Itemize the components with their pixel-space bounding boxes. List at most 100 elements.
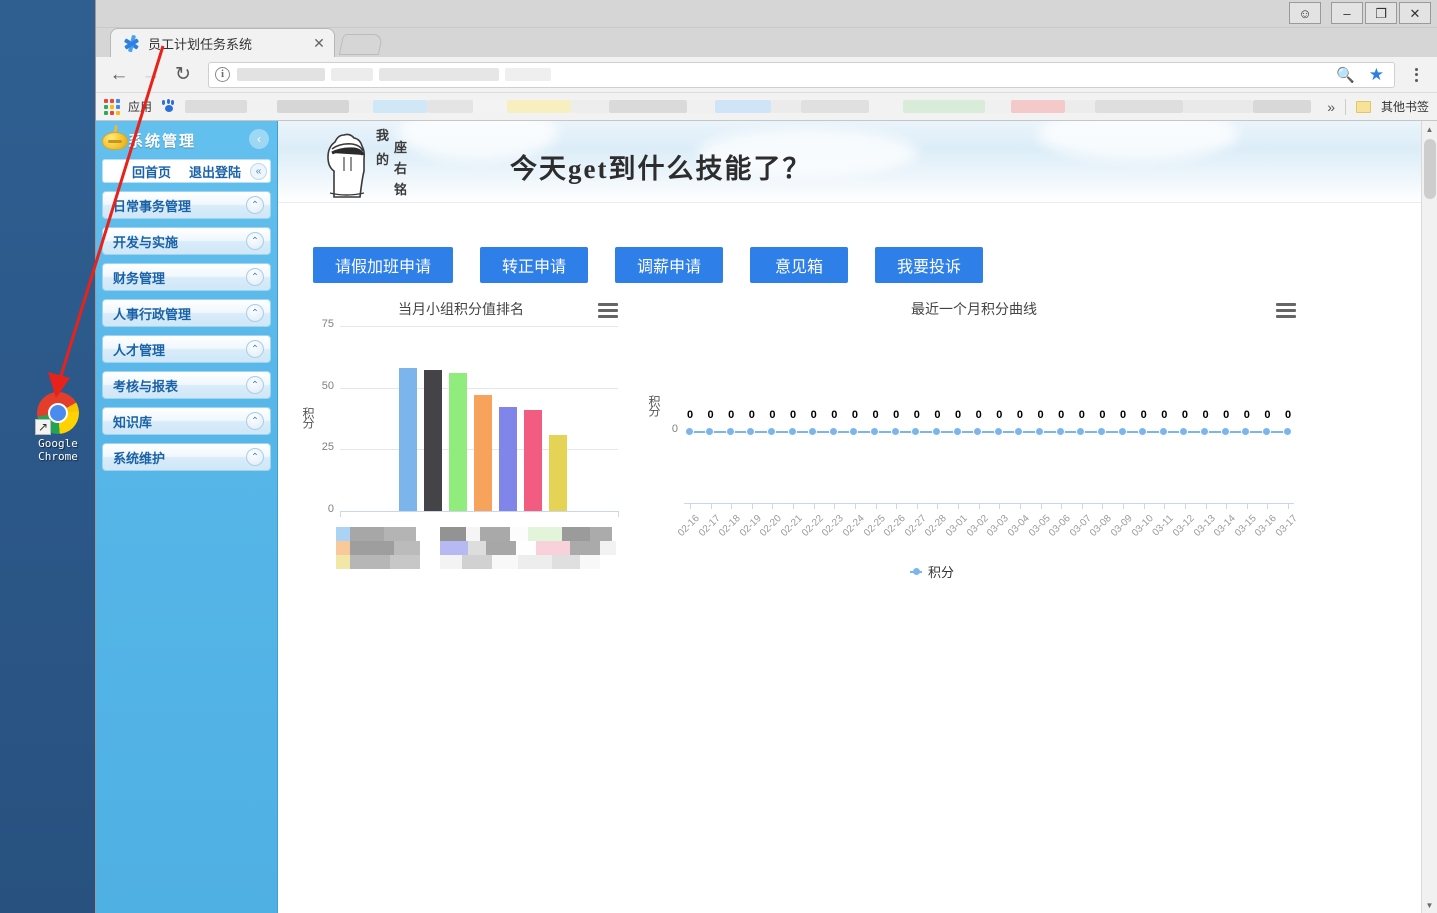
scroll-up-arrow-icon[interactable]: ▲ [1422,121,1437,137]
bar-2[interactable] [424,370,442,511]
data-point[interactable] [1158,426,1168,436]
data-point[interactable] [766,426,776,436]
data-point[interactable] [1138,426,1148,436]
bookmark-star-icon[interactable]: ★ [1369,66,1384,83]
data-point[interactable] [1220,426,1230,436]
reload-button[interactable]: ↻ [168,60,198,90]
maximize-button[interactable]: ❐ [1365,2,1397,24]
sidebar-item-assessment-reports[interactable]: 考核与报表 ⌃ [102,371,271,399]
data-point[interactable] [849,426,859,436]
chevron-up-icon[interactable]: ⌃ [246,412,264,430]
data-label: 0 [1037,409,1044,421]
browser-tab[interactable]: 员工计划任务系统 ✕ [110,28,335,57]
close-button[interactable]: ✕ [1399,2,1431,24]
bar-7[interactable] [549,434,567,511]
data-point[interactable] [828,426,838,436]
baidu-favicon-icon[interactable] [160,98,177,115]
data-point[interactable] [890,426,900,436]
line-chart-legend[interactable]: 积分 [910,562,954,581]
forward-button[interactable]: → [136,60,166,90]
data-point[interactable] [1014,426,1024,436]
complaint-button[interactable]: 我要投诉 [875,247,984,283]
sidebar-link-home[interactable]: 回首页 [132,162,171,181]
sidebar-link-logout[interactable]: 退出登陆 [189,162,241,181]
data-point[interactable] [952,426,962,436]
profile-icon-button[interactable]: ☺ [1289,2,1321,24]
salary-adjust-request-button[interactable]: 调薪申请 [615,247,724,283]
data-point[interactable] [1179,426,1189,436]
bar-4[interactable] [474,395,492,511]
suggestion-box-button[interactable]: 意见箱 [750,247,849,283]
sidebar-item-daily-affairs[interactable]: 日常事务管理 ⌃ [102,191,271,219]
data-point[interactable] [725,426,735,436]
line-chart-title: 最近一个月积分曲线 [911,301,1037,317]
bar-6[interactable] [524,409,542,511]
data-label: 0 [1202,409,1209,421]
data-point[interactable] [1261,426,1271,436]
scroll-down-arrow-icon[interactable]: ▼ [1422,897,1437,913]
data-point[interactable] [1096,426,1106,436]
chevron-up-icon[interactable]: ⌃ [246,304,264,322]
other-bookmarks-label[interactable]: 其他书签 [1381,98,1429,115]
chevron-up-icon[interactable]: ⌃ [246,232,264,250]
data-point[interactable] [1241,426,1251,436]
sidebar-header: 系统管理 ‹ [96,121,277,159]
site-info-icon[interactable]: i [215,67,230,82]
desktop-icon-google-chrome[interactable]: ↗ Google Chrome [28,392,88,463]
data-point[interactable] [1055,426,1065,436]
data-point[interactable] [1117,426,1127,436]
data-point[interactable] [705,426,715,436]
new-tab-button[interactable] [338,34,384,55]
sidebar-collapse-button[interactable]: ‹ [249,129,269,149]
data-point[interactable] [870,426,880,436]
back-button[interactable]: ← [104,60,134,90]
chevron-up-icon[interactable]: ⌃ [246,376,264,394]
data-point[interactable] [808,426,818,436]
charts-container: 当月小组积分值排名 积分 0 25 50 75 最近一个月积分曲线 积分 000000… [278,299,1437,589]
data-label: 0 [1284,409,1292,421]
bar-3[interactable] [449,372,467,511]
bar-1[interactable] [399,367,417,511]
legend-redacted-block [468,541,486,555]
sidebar-item-finance[interactable]: 财务管理 ⌃ [102,263,271,291]
data-point[interactable] [1200,426,1210,436]
sidebar-item-talent[interactable]: 人才管理 ⌃ [102,335,271,363]
tab-close-icon[interactable]: ✕ [310,34,328,52]
bar-5[interactable] [499,407,517,511]
data-point[interactable] [1076,426,1086,436]
chevron-up-icon[interactable]: ⌃ [246,340,264,358]
address-bar[interactable]: i 🔍 ★ [208,61,1395,88]
minimize-button[interactable]: – [1331,2,1363,24]
data-point[interactable] [746,426,756,436]
data-point[interactable] [973,426,983,436]
sidebar-quick-toggle-icon[interactable]: « [250,163,267,180]
sidebar-item-knowledge-base[interactable]: 知识库 ⌃ [102,407,271,435]
data-point[interactable] [1282,426,1292,436]
sidebar-item-development[interactable]: 开发与实施 ⌃ [102,227,271,255]
sidebar-item-hr-admin[interactable]: 人事行政管理 ⌃ [102,299,271,327]
search-icon[interactable]: 🔍 [1336,66,1355,84]
legend-redacted-block [336,527,350,541]
regularization-request-button[interactable]: 转正申请 [480,247,589,283]
data-point[interactable] [911,426,921,436]
chevron-up-icon[interactable]: ⌃ [246,268,264,286]
data-point[interactable] [1035,426,1045,436]
line-chart-menu-icon[interactable] [1276,303,1296,318]
bookmarks-overflow-icon[interactable]: » [1327,99,1335,115]
sidebar-item-system-maintenance[interactable]: 系统维护 ⌃ [102,443,271,471]
bookmark-apps-label[interactable]: 应用 [128,98,152,115]
bar-chart-menu-icon[interactable] [598,303,618,318]
data-point[interactable] [931,426,941,436]
scrollbar-thumb[interactable] [1424,139,1436,199]
chrome-menu-icon[interactable] [1405,67,1427,82]
chevron-up-icon[interactable]: ⌃ [246,448,264,466]
apps-grid-icon[interactable] [104,98,120,115]
data-point[interactable] [787,426,797,436]
data-point[interactable] [993,426,1003,436]
sidebar-item-label: 开发与实施 [113,234,179,250]
leave-overtime-request-button[interactable]: 请假加班申请 [313,247,454,283]
bar-chart-legend-redacted[interactable] [336,527,616,579]
data-point[interactable] [684,426,694,436]
chevron-up-icon[interactable]: ⌃ [246,196,264,214]
page-scrollbar[interactable]: ▲ ▼ [1421,121,1437,913]
